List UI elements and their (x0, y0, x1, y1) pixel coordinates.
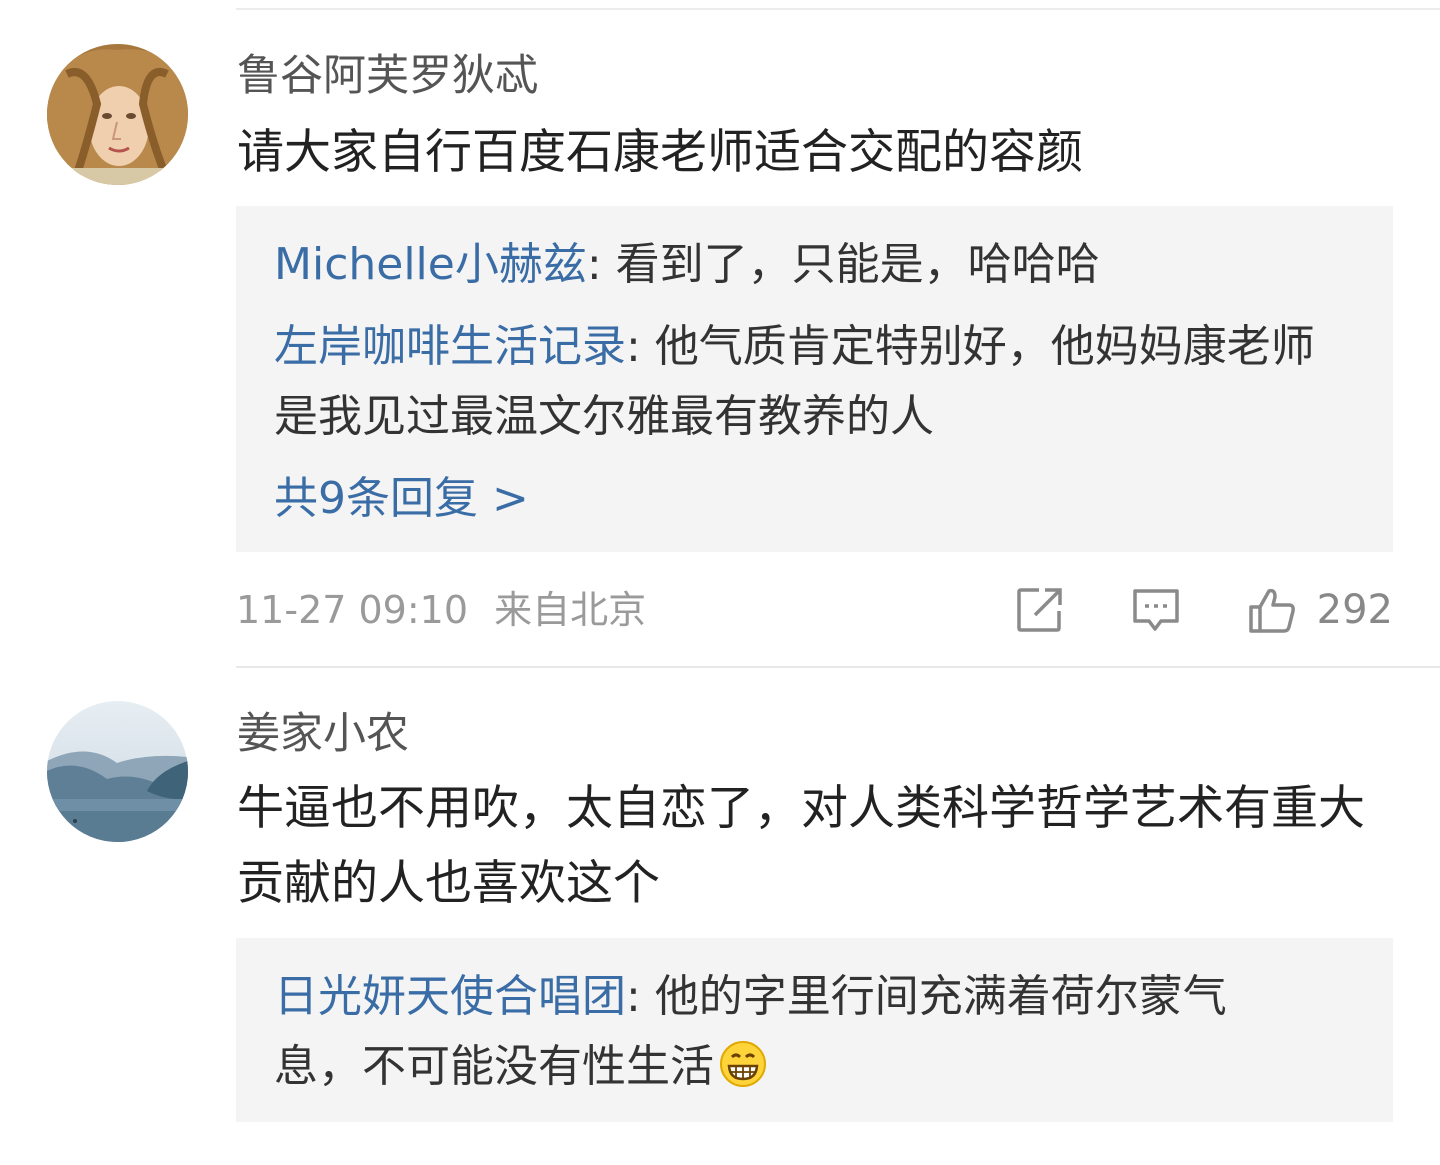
reply-text: 看到了，只能是，哈哈哈 (615, 239, 1100, 290)
reply-item: 日光妍天使合唱团: 他的字里行间充满着荷尔蒙气息，不可能没有性生活 (274, 962, 1355, 1102)
comment-text: 请大家自行百度石康老师适合交配的容颜 (237, 125, 1083, 180)
reply-separator: : (626, 321, 655, 372)
like-icon[interactable] (1247, 585, 1297, 635)
comment-feed: 鲁谷阿芙罗狄忒 请大家自行百度石康老师适合交配的容颜 Michelle小赫兹: … (0, 0, 1440, 1165)
reply-box[interactable]: Michelle小赫兹: 看到了，只能是，哈哈哈 左岸咖啡生活记录: 他气质肯定… (236, 206, 1393, 552)
reply-box[interactable]: 日光妍天使合唱团: 他的字里行间充满着荷尔蒙气息，不可能没有性生活 (236, 938, 1393, 1122)
grin-emoji-icon (718, 1039, 768, 1089)
reply-item: Michelle小赫兹: 看到了，只能是，哈哈哈 (274, 230, 1355, 300)
comment-text: 牛逼也不用吹，太自恋了，对人类科学哲学艺术有重大贡献的人也喜欢这个 (237, 781, 1365, 911)
comment-meta-text: 11-27 09:10 来自北京 (236, 580, 646, 640)
comment-location: 来自北京 (494, 588, 647, 632)
comment-time: 11-27 09:10 (236, 588, 469, 632)
reply-separator: : (626, 971, 655, 1022)
reply-separator: : (586, 239, 616, 290)
avatar-portrait-icon (47, 44, 188, 185)
comment-meta: 11-27 09:10 来自北京 292 (236, 580, 1393, 640)
username[interactable]: 鲁谷阿芙罗狄忒 (237, 48, 538, 104)
reply-username[interactable]: 日光妍天使合唱团 (274, 971, 626, 1022)
avatar[interactable] (47, 44, 188, 185)
top-divider (236, 8, 1440, 10)
avatar[interactable] (47, 701, 188, 842)
bottom-fade (0, 1122, 1440, 1165)
avatar-landscape-icon (47, 701, 188, 842)
action-bar: 292 (1015, 580, 1393, 640)
reply-item: 左岸咖啡生活记录: 他气质肯定特别好，他妈妈康老师是我见过最温文尔雅最有教养的人 (274, 312, 1355, 452)
reply-username[interactable]: 左岸咖啡生活记录 (274, 321, 626, 372)
share-icon[interactable] (1015, 585, 1065, 635)
reply-username[interactable]: Michelle小赫兹 (274, 239, 587, 290)
comment-divider (236, 666, 1440, 668)
comment-icon[interactable] (1131, 585, 1181, 635)
username[interactable]: 姜家小农 (237, 706, 409, 762)
view-all-replies-link[interactable]: 共9条回复 > (274, 464, 1355, 534)
like-count: 292 (1316, 587, 1393, 633)
